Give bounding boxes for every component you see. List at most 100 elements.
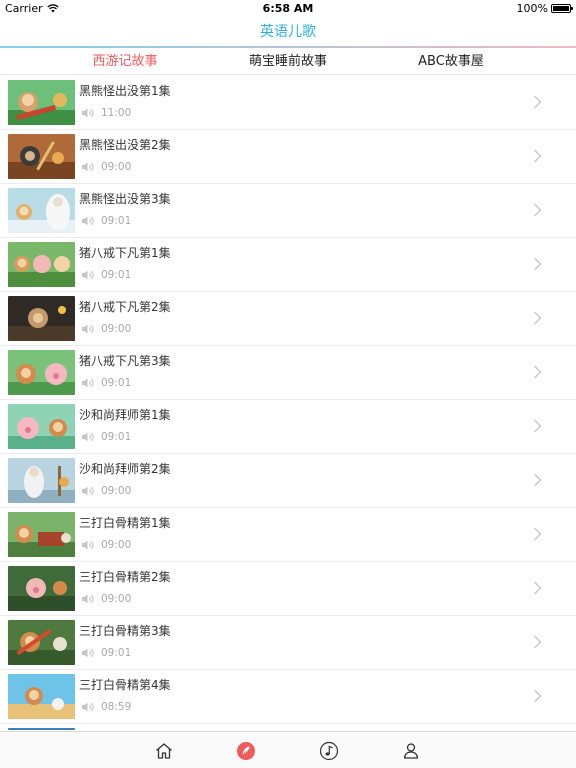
episode-thumbnail — [8, 80, 75, 125]
episode-title: 猪八戒下凡第1集 — [79, 246, 171, 260]
tabbar-stories[interactable] — [228, 732, 264, 768]
episode-meta: 09:00 — [81, 592, 131, 606]
episode-title: 三打白骨精第3集 — [79, 624, 171, 638]
episode-title: 三打白骨精第4集 — [79, 678, 171, 692]
episode-duration: 11:00 — [101, 107, 132, 119]
list-item-partial[interactable] — [0, 724, 576, 730]
speaker-icon — [82, 594, 94, 604]
episode-list: 黑熊怪出没第1集 11:00 黑熊怪出没第2集 09:00 黑熊怪出没第3集 0… — [0, 76, 576, 730]
speaker-icon — [82, 162, 94, 172]
chevron-right-icon — [534, 257, 542, 271]
chevron-right-icon — [534, 581, 542, 595]
episode-duration: 09:00 — [101, 485, 132, 497]
episode-duration: 09:01 — [101, 377, 132, 389]
speaker-icon — [82, 216, 94, 226]
speaker-icon — [82, 540, 94, 550]
tab-journey-west[interactable]: 西游记故事 — [55, 48, 195, 75]
episode-meta: 09:01 — [81, 268, 131, 282]
list-item[interactable]: 猪八戒下凡第3集 09:01 — [0, 346, 576, 400]
category-tabs: 西游记故事 萌宝睡前故事 ABC故事屋 — [0, 48, 576, 75]
episode-thumbnail — [8, 674, 75, 719]
episode-duration: 09:00 — [101, 161, 132, 173]
episode-duration: 09:01 — [101, 269, 132, 281]
list-item[interactable]: 猪八戒下凡第2集 09:00 — [0, 292, 576, 346]
chevron-right-icon — [534, 365, 542, 379]
chevron-right-icon — [534, 419, 542, 433]
episode-title: 三打白骨精第2集 — [79, 570, 171, 584]
episode-title: 黑熊怪出没第3集 — [79, 192, 171, 206]
chevron-right-icon — [534, 95, 542, 109]
tab-bedtime-stories[interactable]: 萌宝睡前故事 — [218, 48, 358, 75]
episode-meta: 09:00 — [81, 484, 131, 498]
tab-abc-story-house[interactable]: ABC故事屋 — [381, 48, 521, 75]
episode-thumbnail — [8, 134, 75, 179]
episode-title: 黑熊怪出没第1集 — [79, 84, 171, 98]
episode-meta: 08:59 — [81, 700, 131, 714]
episode-title: 三打白骨精第1集 — [79, 516, 171, 530]
chevron-right-icon — [534, 311, 542, 325]
chevron-right-icon — [534, 473, 542, 487]
episode-thumbnail — [8, 728, 75, 730]
tabbar-profile[interactable] — [393, 732, 429, 768]
episode-thumbnail — [8, 242, 75, 287]
home-icon — [156, 742, 172, 759]
speaker-icon — [82, 108, 94, 118]
episode-thumbnail — [8, 458, 75, 503]
episode-meta: 09:01 — [81, 430, 131, 444]
status-right: 100% — [516, 2, 573, 15]
episode-thumbnail — [8, 620, 75, 665]
episode-title: 黑熊怪出没第2集 — [79, 138, 171, 152]
episode-thumbnail — [8, 296, 75, 341]
chevron-right-icon — [534, 149, 542, 163]
battery-icon — [551, 4, 573, 13]
speaker-icon — [82, 324, 94, 334]
bottom-tab-bar — [0, 731, 576, 768]
list-item[interactable]: 黑熊怪出没第2集 09:00 — [0, 130, 576, 184]
tabbar-music[interactable] — [311, 732, 347, 768]
list-item[interactable]: 三打白骨精第4集 08:59 — [0, 670, 576, 724]
battery-percent: 100% — [516, 2, 548, 15]
episode-title: 沙和尚拜师第2集 — [79, 462, 171, 476]
page-title: 英语儿歌 — [260, 24, 316, 40]
episode-thumbnail — [8, 404, 75, 449]
episode-thumbnail — [8, 566, 75, 611]
episode-title: 猪八戒下凡第3集 — [79, 354, 171, 368]
tabbar-home[interactable] — [146, 732, 182, 768]
episode-duration: 08:59 — [101, 701, 132, 713]
episode-duration: 09:00 — [101, 593, 132, 605]
episode-duration: 09:01 — [101, 431, 132, 443]
episode-title: 猪八戒下凡第2集 — [79, 300, 171, 314]
app-screen: { "status_bar": { "carrier": "Carrier", … — [0, 0, 576, 768]
list-item[interactable]: 三打白骨精第2集 09:00 — [0, 562, 576, 616]
speaker-icon — [82, 702, 94, 712]
episode-duration: 09:00 — [101, 539, 132, 551]
chevron-right-icon — [534, 635, 542, 649]
episode-meta: 11:00 — [81, 106, 131, 120]
music-note-icon — [319, 741, 339, 760]
episode-meta: 09:00 — [81, 538, 131, 552]
list-item[interactable]: 黑熊怪出没第3集 09:01 — [0, 184, 576, 238]
speaker-icon — [82, 486, 94, 496]
episode-thumbnail — [8, 512, 75, 557]
episode-duration: 09:00 — [101, 323, 132, 335]
list-item[interactable]: 黑熊怪出没第1集 11:00 — [0, 76, 576, 130]
feather-icon — [237, 741, 255, 760]
chevron-right-icon — [534, 203, 542, 217]
list-item[interactable]: 三打白骨精第3集 09:01 — [0, 616, 576, 670]
status-time: 6:58 AM — [262, 2, 314, 15]
episode-thumbnail — [8, 188, 75, 233]
speaker-icon — [82, 648, 94, 658]
episode-meta: 09:01 — [81, 646, 131, 660]
list-item[interactable]: 沙和尚拜师第2集 09:00 — [0, 454, 576, 508]
episode-duration: 09:01 — [101, 215, 132, 227]
list-item[interactable]: 沙和尚拜师第1集 09:01 — [0, 400, 576, 454]
list-item[interactable]: 三打白骨精第1集 09:00 — [0, 508, 576, 562]
episode-thumbnail — [8, 350, 75, 395]
status-bar: Carrier 6:58 AM 100% — [0, 0, 576, 17]
user-icon — [403, 742, 419, 759]
list-item[interactable]: 猪八戒下凡第1集 09:01 — [0, 238, 576, 292]
speaker-icon — [82, 270, 94, 280]
episode-title: 沙和尚拜师第1集 — [79, 408, 171, 422]
nav-bar: 英语儿歌 — [0, 17, 576, 47]
episode-meta: 09:01 — [81, 214, 131, 228]
